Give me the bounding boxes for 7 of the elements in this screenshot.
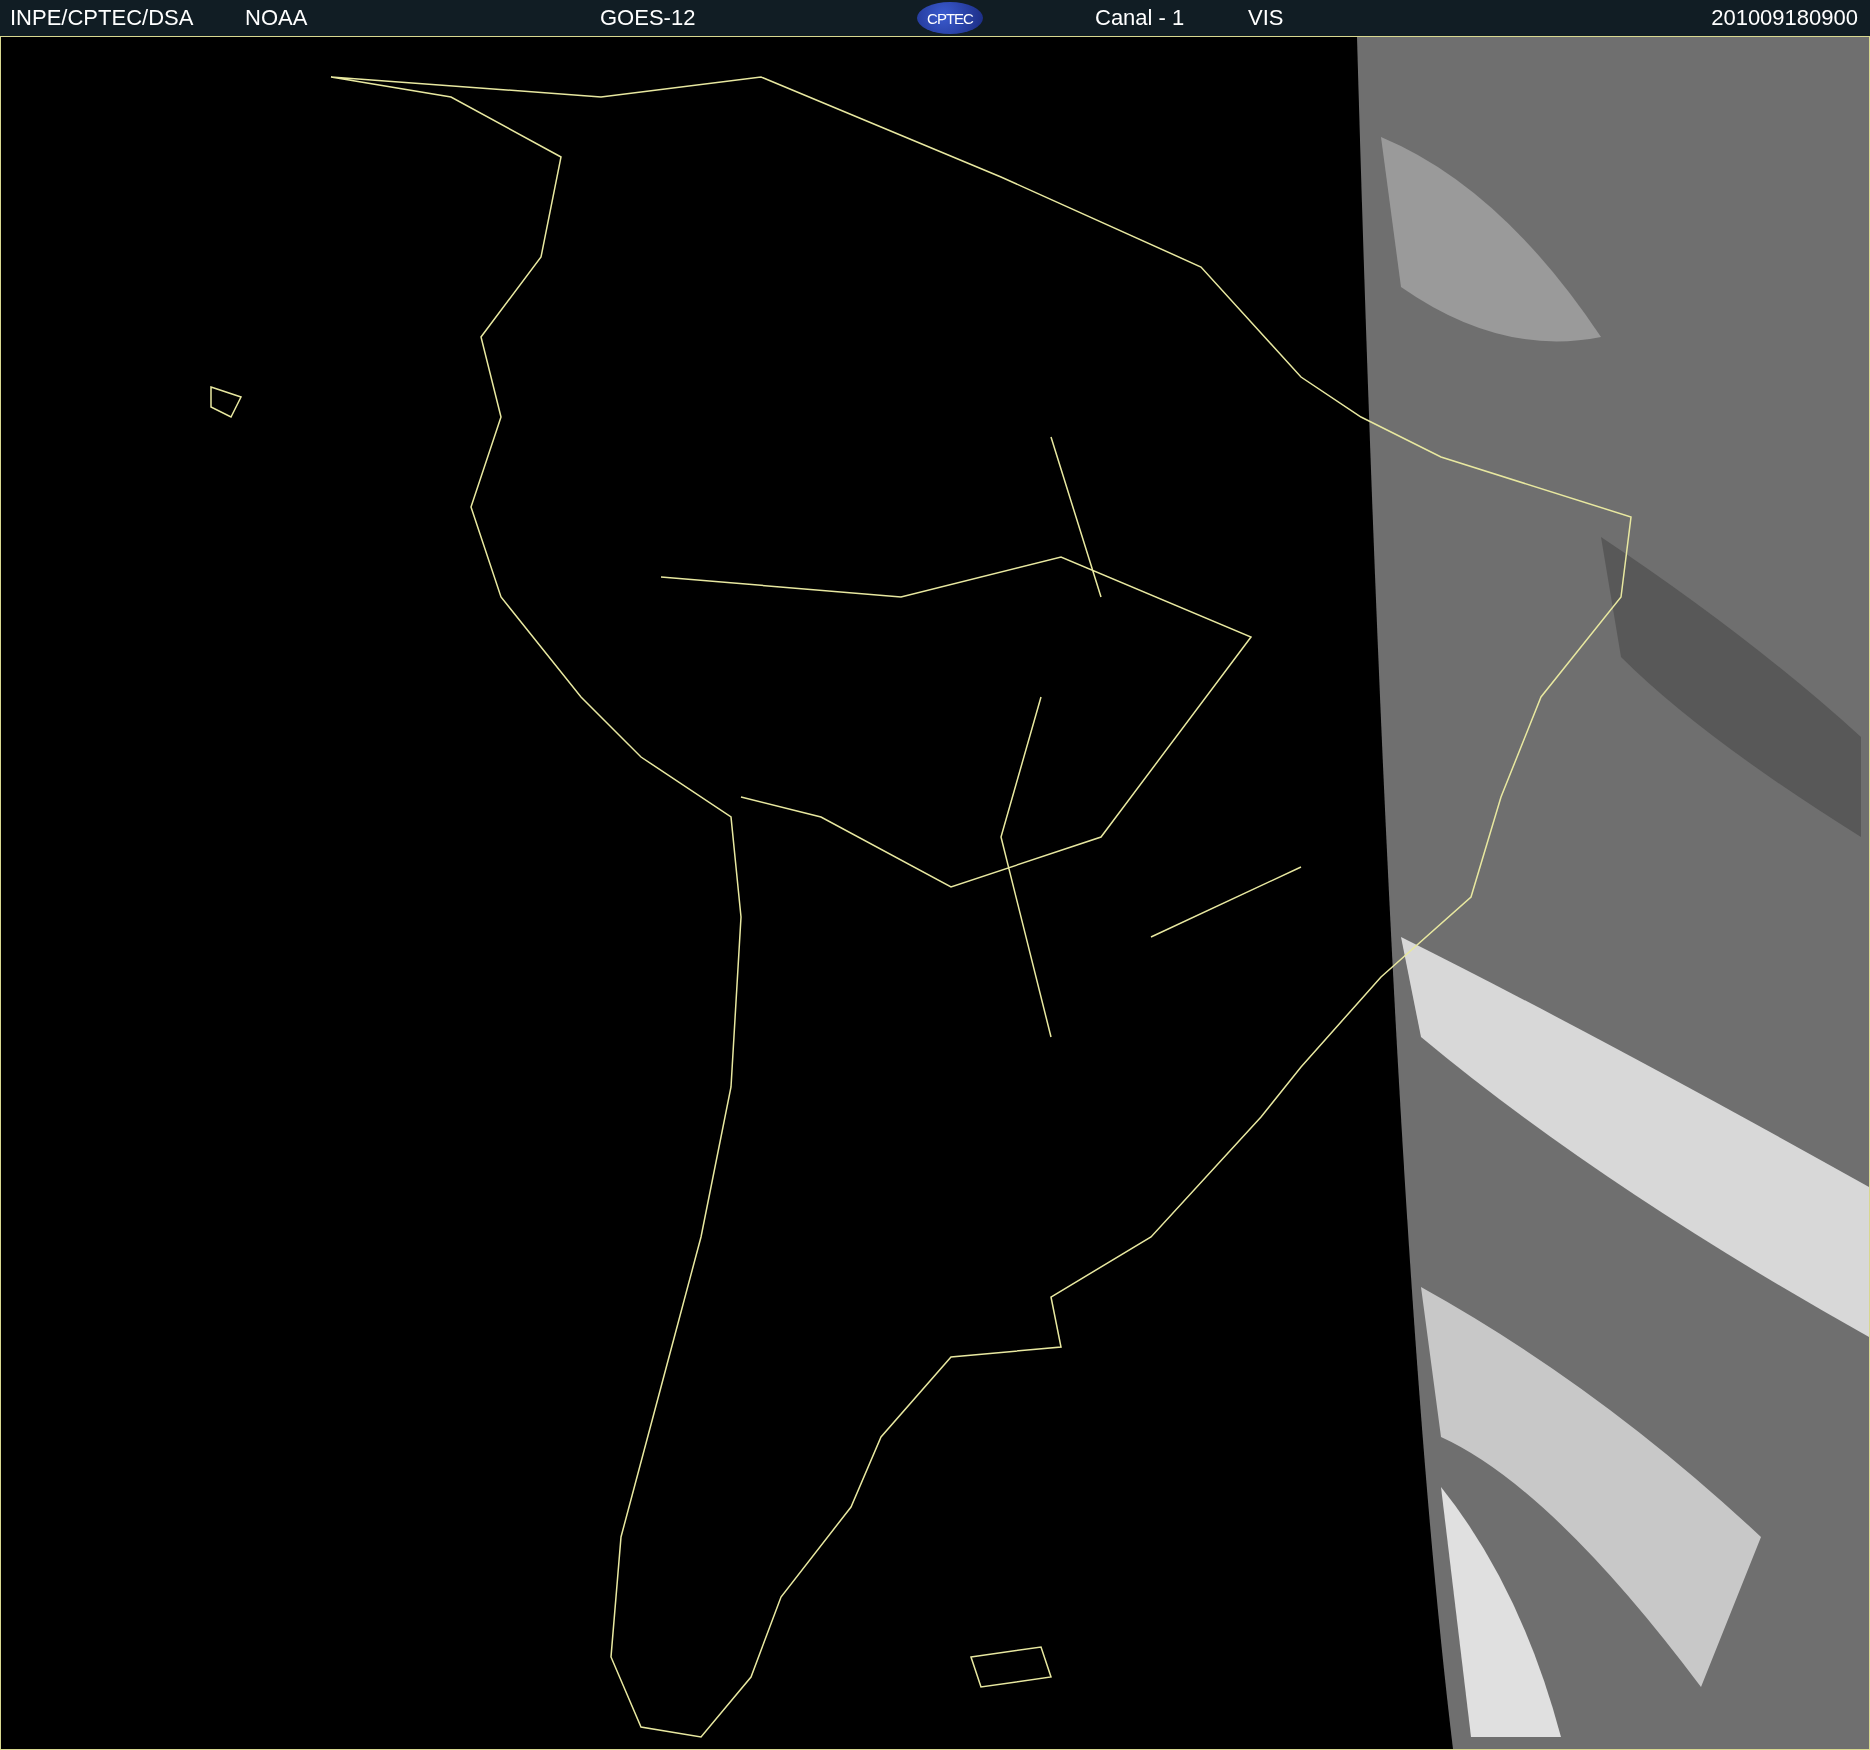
agency-label: NOAA <box>244 5 308 31</box>
cptec-logo: CPTEC <box>917 2 983 34</box>
source-label: INPE/CPTEC/DSA <box>9 5 194 31</box>
band-label: VIS <box>1247 5 1284 31</box>
timestamp-label: 201009180900 <box>1710 5 1859 31</box>
satellite-label: GOES-12 <box>599 5 696 31</box>
channel-label: Canal - 1 <box>1094 5 1185 31</box>
